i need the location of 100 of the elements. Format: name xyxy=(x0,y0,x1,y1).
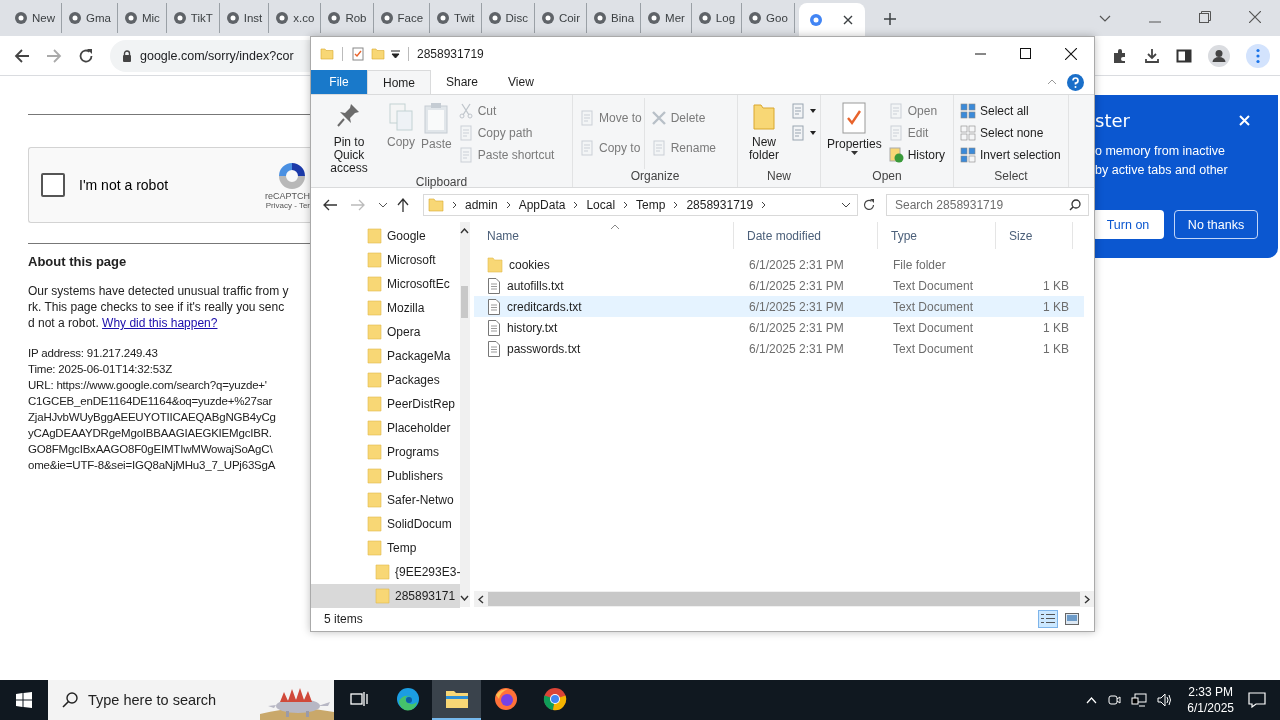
menu-icon[interactable] xyxy=(1246,43,1270,68)
ribbon-button[interactable]: Invert selection xyxy=(960,146,1061,164)
browser-tab[interactable]: Coir xyxy=(534,3,587,33)
reload-icon[interactable] xyxy=(78,47,94,64)
breadcrumb-item[interactable]: admin xyxy=(465,198,498,212)
tree-item[interactable]: MicrosoftEc xyxy=(311,272,461,296)
tree-item[interactable]: Temp xyxy=(311,536,461,560)
address-field[interactable]: admin AppData Local Temp 2858931719 xyxy=(423,194,858,216)
tree-item[interactable]: {9EE293E3- xyxy=(311,560,461,584)
chevron-icon[interactable] xyxy=(1099,15,1111,23)
thumbnail-view-button[interactable] xyxy=(1062,610,1082,628)
column-header[interactable]: Size xyxy=(996,222,1073,249)
tree-item[interactable]: PackageMa xyxy=(311,344,461,368)
help-icon[interactable] xyxy=(1067,73,1084,91)
dropdown-icon[interactable] xyxy=(841,202,851,208)
file-row[interactable]: autofills.txt 6/1/2025 2:31 PM Text Document 1 KB xyxy=(474,275,1084,296)
browser-tab[interactable] xyxy=(798,3,865,36)
tree-item[interactable]: Programs xyxy=(311,440,461,464)
chevron-up-icon[interactable] xyxy=(1086,696,1098,704)
file-row[interactable]: history.txt 6/1/2025 2:31 PM Text Document 1 KB xyxy=(474,317,1084,338)
file-row[interactable]: cookies 6/1/2025 2:31 PM File folder xyxy=(474,254,1084,275)
search-input[interactable]: Type here to search xyxy=(88,692,258,708)
scrollbar[interactable] xyxy=(460,222,470,607)
search-field[interactable]: Search 2858931719 xyxy=(886,194,1089,216)
browser-tab[interactable]: Bina xyxy=(587,3,642,33)
browser-tab[interactable]: Goo xyxy=(742,3,795,33)
ribbon-button[interactable]: Select all xyxy=(960,102,1061,120)
tree-item[interactable]: Packages xyxy=(311,368,461,392)
details-view-button[interactable] xyxy=(1038,610,1058,628)
breadcrumb-item[interactable]: 2858931719 xyxy=(686,198,754,212)
tree-item[interactable]: PeerDistRep xyxy=(311,392,461,416)
close-icon[interactable] xyxy=(842,14,853,25)
meet-icon[interactable] xyxy=(1107,693,1122,707)
scroll-down-icon[interactable] xyxy=(460,595,470,601)
restore-icon[interactable] xyxy=(1199,11,1211,23)
tree-item[interactable]: Placeholder xyxy=(311,416,461,440)
captcha-checkbox[interactable] xyxy=(41,173,65,197)
tree-item[interactable]: Google xyxy=(311,224,461,248)
ribbon-button[interactable]: New folder xyxy=(742,98,786,169)
tree-item[interactable]: Microsoft xyxy=(311,248,461,272)
browser-tab[interactable]: Twit xyxy=(430,3,482,33)
download-icon[interactable] xyxy=(1144,47,1160,64)
scroll-left-icon[interactable] xyxy=(478,594,484,604)
ribbon-button[interactable]: Properties xyxy=(825,98,884,169)
browser-tab[interactable]: Mic xyxy=(117,3,167,33)
scroll-thumb[interactable] xyxy=(461,286,469,318)
file-row[interactable]: passwords.txt 6/1/2025 2:31 PM Text Document 1 KB xyxy=(474,338,1084,359)
network-icon[interactable] xyxy=(1131,693,1148,707)
browser-tab[interactable]: New xyxy=(8,3,62,33)
column-header[interactable]: Type xyxy=(878,222,996,249)
ribbon-button[interactable]: Select none xyxy=(960,124,1061,142)
close-icon[interactable] xyxy=(1065,47,1077,60)
why-link[interactable]: Why did this happen? xyxy=(102,316,218,330)
browser-tab[interactable]: Mer xyxy=(641,3,692,33)
ribbon-tab[interactable]: File xyxy=(311,70,367,94)
dismiss-button[interactable]: No thanks xyxy=(1174,210,1258,239)
browser-tab[interactable]: Rob xyxy=(321,3,374,33)
tree-item[interactable]: Opera xyxy=(311,320,461,344)
clock-time[interactable]: 2:33 PM xyxy=(1188,684,1233,700)
dropdown-icon[interactable] xyxy=(391,49,400,58)
collapse-icon[interactable] xyxy=(1047,79,1057,85)
minimize-icon[interactable] xyxy=(975,52,986,55)
browser-tab[interactable]: Inst xyxy=(219,3,270,33)
breadcrumb-item[interactable]: AppData xyxy=(518,198,566,212)
scroll-right-icon[interactable] xyxy=(1084,594,1090,604)
turn-on-button[interactable]: Turn on xyxy=(1092,210,1164,239)
privacy-terms-link[interactable]: Privacy - Ter xyxy=(265,200,310,210)
properties-icon[interactable] xyxy=(351,46,365,61)
notification-icon[interactable] xyxy=(1248,692,1266,708)
browser-tab[interactable]: Gma xyxy=(62,3,118,33)
tree-item[interactable]: Safer-Netwo xyxy=(311,488,461,512)
new-tab-icon[interactable] xyxy=(882,12,897,26)
column-header[interactable]: Date modified xyxy=(734,222,878,249)
browser-tab[interactable]: Log xyxy=(691,3,743,33)
puzzle-icon[interactable] xyxy=(1112,47,1128,64)
maximize-icon[interactable] xyxy=(1020,48,1031,59)
profile-icon[interactable] xyxy=(1208,44,1230,67)
column-header[interactable]: Name xyxy=(474,222,734,249)
up-icon[interactable] xyxy=(397,198,409,212)
scroll-thumb[interactable] xyxy=(488,592,1080,606)
ribbon-tab[interactable]: View xyxy=(493,70,549,94)
tree-item[interactable]: 285893171 xyxy=(311,584,461,608)
browser-tab[interactable]: x.co xyxy=(269,3,322,33)
tree-item[interactable]: Mozilla xyxy=(311,296,461,320)
side-panel-icon[interactable] xyxy=(1176,47,1192,64)
browser-tab[interactable]: Disc xyxy=(481,3,535,33)
refresh-icon[interactable] xyxy=(862,198,876,212)
ribbon-tab[interactable]: Home xyxy=(367,70,431,94)
address-bar[interactable]: google.com/sorry/index?cor xyxy=(110,39,310,72)
file-row[interactable]: creditcards.txt 6/1/2025 2:31 PM Text Document 1 KB xyxy=(474,296,1084,317)
scroll-up-icon[interactable] xyxy=(460,228,470,234)
volume-icon[interactable] xyxy=(1157,693,1174,707)
ribbon-tab[interactable]: Share xyxy=(431,70,494,94)
clock-date[interactable]: 6/1/2025 xyxy=(1187,700,1234,716)
breadcrumb-item[interactable]: Temp xyxy=(636,198,666,212)
tree-item[interactable]: Publishers xyxy=(311,464,461,488)
back-icon[interactable] xyxy=(14,47,30,64)
taskbar-search-field[interactable]: Type here to search xyxy=(48,680,334,720)
breadcrumb-item[interactable]: Local xyxy=(586,198,616,212)
tree-item[interactable]: SolidDocum xyxy=(311,512,461,536)
